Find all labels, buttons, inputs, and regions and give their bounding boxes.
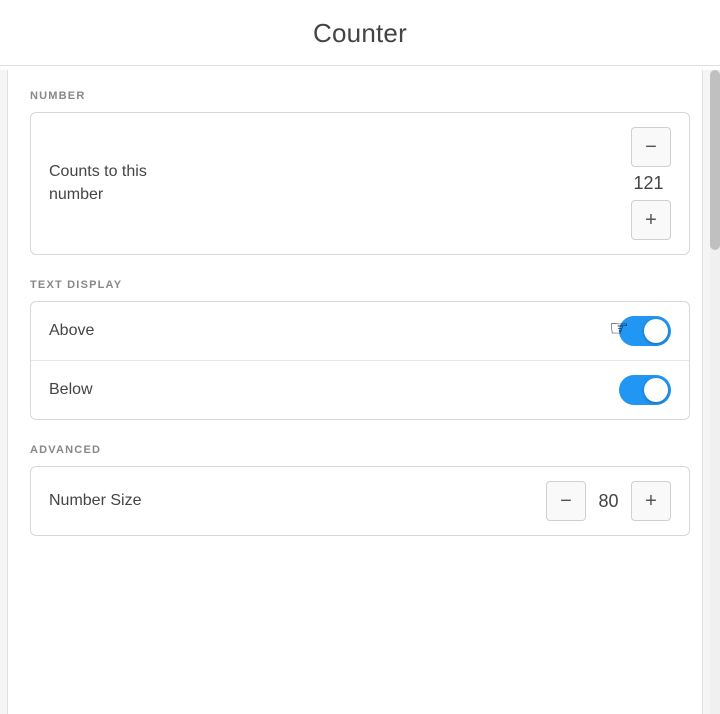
panel-header: Counter <box>0 0 720 66</box>
advanced-card: Number Size − 80 + <box>30 466 690 536</box>
panel-content: NUMBER Counts to this number − 121 + <box>0 66 720 710</box>
above-toggle[interactable] <box>619 316 671 346</box>
section-number: NUMBER Counts to this number − 121 + <box>30 90 690 255</box>
right-edge-band <box>702 70 710 714</box>
below-label: Below <box>49 381 619 399</box>
number-value-display: 121 <box>626 173 671 194</box>
number-card: Counts to this number − 121 + <box>30 112 690 255</box>
section-label-text-display: TEXT DISPLAY <box>30 279 690 291</box>
section-label-advanced: ADVANCED <box>30 444 690 456</box>
text-display-card: Above ☞ Below <box>30 301 690 420</box>
section-advanced: ADVANCED Number Size − 80 + <box>30 444 690 536</box>
below-row: Below <box>31 360 689 419</box>
left-edge-band <box>0 70 8 714</box>
number-minus-button[interactable]: − <box>631 127 671 167</box>
number-size-minus-button[interactable]: − <box>546 481 586 521</box>
above-label: Above <box>49 322 619 340</box>
number-size-stepper: − 80 + <box>546 481 671 521</box>
number-row: Counts to this number − 121 + <box>31 113 689 254</box>
number-value-minus-row: − <box>631 127 671 167</box>
number-row-label: Counts to this number <box>49 161 626 206</box>
panel: Counter NUMBER Counts to this number − 1… <box>0 0 720 714</box>
scrollbar-track[interactable] <box>710 70 720 714</box>
below-toggle[interactable] <box>619 375 671 405</box>
advanced-row: Number Size − 80 + <box>31 467 689 535</box>
above-toggle-thumb <box>644 319 668 343</box>
number-size-plus-button[interactable]: + <box>631 481 671 521</box>
number-value-plus-row: + <box>631 200 671 240</box>
number-plus-button[interactable]: + <box>631 200 671 240</box>
below-toggle-thumb <box>644 378 668 402</box>
number-size-value: 80 <box>586 491 631 512</box>
section-text-display: TEXT DISPLAY Above ☞ Below <box>30 279 690 420</box>
panel-title: Counter <box>313 18 407 49</box>
number-size-label: Number Size <box>49 492 546 510</box>
scrollbar-thumb[interactable] <box>710 70 720 250</box>
above-row: Above ☞ <box>31 302 689 360</box>
number-control: − 121 + <box>626 127 671 240</box>
section-label-number: NUMBER <box>30 90 690 102</box>
